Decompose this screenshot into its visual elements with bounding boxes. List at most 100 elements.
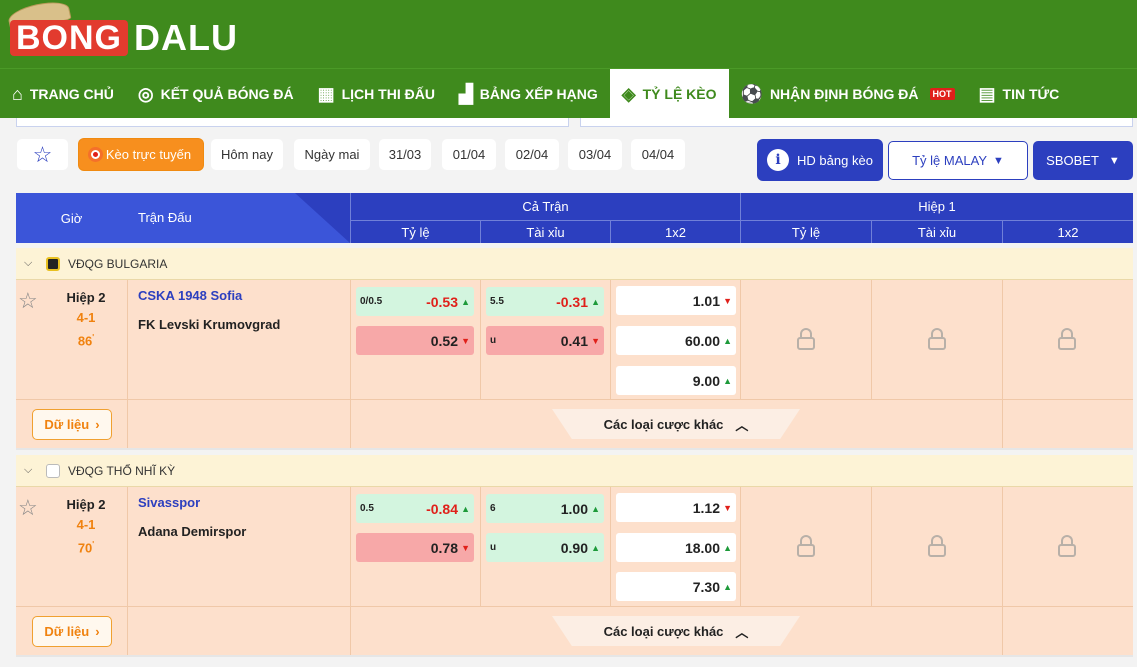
- header-1x2: 1x2: [610, 221, 740, 243]
- live-odds-button[interactable]: Kèo trực tuyến: [79, 139, 203, 170]
- nav-item-home[interactable]: ⌂ TRANG CHỦ: [0, 69, 126, 118]
- calendar-icon: ▦: [317, 83, 335, 104]
- favorites-button[interactable]: ☆: [17, 139, 68, 170]
- arrow-down-icon: ▼: [461, 335, 470, 346]
- odds-over[interactable]: 5.5 -0.31 ▲: [486, 287, 604, 316]
- header-match: Trận Đấu: [127, 193, 350, 243]
- match-score: 4-1: [76, 517, 96, 532]
- chevron-down-icon: ⌵: [24, 464, 33, 476]
- league-row[interactable]: ⌵ VĐQG BULGARIA: [16, 248, 1133, 280]
- header-h1-1x2: 1x2: [1002, 221, 1133, 243]
- away-team: FK Levski Krumovgrad: [138, 317, 281, 332]
- header-h1-handicap: Tỷ lệ: [740, 221, 871, 243]
- match-row: ☆ Hiệp 2 4-1 70' Sivasspor Adana Demirsp…: [16, 487, 1133, 607]
- home-icon: ⌂: [12, 83, 23, 104]
- arrow-up-icon: ▲: [723, 581, 732, 592]
- lock-icon: [928, 535, 946, 557]
- header-h1-over-under: Tài xỉu: [871, 221, 1002, 243]
- match-period: Hiệp 2: [66, 497, 106, 512]
- date-today[interactable]: Hôm nay: [211, 139, 283, 170]
- league-name: VĐQG THỔ NHĨ KỲ: [68, 463, 176, 478]
- odds-x[interactable]: 7.30 ▲: [616, 572, 736, 601]
- more-bets-button[interactable]: Các loại cược khác ︿: [552, 409, 800, 439]
- data-button[interactable]: Dữ liệu ›: [32, 616, 112, 647]
- lock-icon: [1058, 535, 1076, 557]
- site-header: BONG DALU: [0, 0, 1137, 68]
- bookmaker-select[interactable]: SBOBET ▼: [1033, 141, 1133, 180]
- chevron-up-icon: ︿: [735, 417, 749, 433]
- header-full-match: Cả Trận: [350, 193, 740, 221]
- arrow-up-icon: ▲: [723, 542, 732, 553]
- logo-bong: BONG: [10, 20, 128, 56]
- hot-badge: HOT: [929, 87, 955, 100]
- favorite-star-icon[interactable]: ☆: [18, 288, 38, 314]
- lock-icon: [797, 535, 815, 557]
- date-0204[interactable]: 02/04: [505, 139, 559, 170]
- date-0404[interactable]: 04/04: [631, 139, 685, 170]
- date-0104[interactable]: 01/04: [442, 139, 496, 170]
- odds-hdp-away[interactable]: 0.78 ▼: [356, 533, 474, 562]
- odds-1[interactable]: 1.12 ▼: [616, 493, 736, 522]
- header-time: Giờ: [16, 193, 127, 243]
- odds-under[interactable]: u 0.41 ▼: [486, 326, 604, 355]
- odds-1[interactable]: 1.01 ▼: [616, 286, 736, 315]
- league-name: VĐQG BULGARIA: [68, 256, 168, 271]
- odds-x[interactable]: 9.00 ▲: [616, 366, 736, 395]
- odds-2[interactable]: 18.00 ▲: [616, 533, 736, 562]
- favorite-star-icon[interactable]: ☆: [18, 495, 38, 521]
- match-footer: Dữ liệu › Các loại cược khác ︿: [16, 400, 1133, 450]
- lock-icon: [1058, 328, 1076, 350]
- match-minute: 86': [77, 333, 95, 349]
- header-handicap: Tỷ lệ: [350, 221, 480, 243]
- odds-hdp-home[interactable]: 0/0.5 -0.53 ▲: [356, 287, 474, 316]
- home-team[interactable]: CSKA 1948 Sofia: [138, 288, 242, 303]
- more-bets-button[interactable]: Các loại cược khác ︿: [552, 616, 800, 646]
- header-half1: Hiệp 1: [740, 193, 1133, 221]
- star-icon: ☆: [32, 141, 53, 167]
- soccer-ball-icon: ⚽: [740, 83, 763, 104]
- odds-under[interactable]: u 0.90 ▲: [486, 533, 604, 562]
- match-score: 4-1: [76, 310, 96, 325]
- live-dot-icon: [90, 150, 100, 159]
- nav-item-schedule[interactable]: ▦ LỊCH THI ĐẤU: [306, 69, 447, 118]
- arrow-up-icon: ▲: [591, 296, 600, 307]
- odds-hdp-away[interactable]: 0.52 ▼: [356, 326, 474, 355]
- arrow-down-icon: ▼: [591, 335, 600, 346]
- nav-item-predictions[interactable]: ⚽ NHẬN ĐỊNH BÓNG ĐÁ HOT: [729, 69, 967, 118]
- sub-panel-right: [580, 118, 1133, 127]
- odds-over[interactable]: 6 1.00 ▲: [486, 494, 604, 523]
- match-row: ☆ Hiệp 2 4-1 86' CSKA 1948 Sofia FK Levs…: [16, 280, 1133, 400]
- arrow-down-icon: ▼: [723, 295, 732, 306]
- arrow-up-icon: ▲: [723, 375, 732, 386]
- data-button[interactable]: Dữ liệu ›: [32, 409, 112, 440]
- date-tomorrow[interactable]: Ngày mai: [294, 139, 370, 170]
- league-logo-icon: [46, 256, 60, 271]
- caret-down-icon: ▼: [993, 154, 1004, 167]
- league-logo-icon: [46, 463, 60, 478]
- home-team[interactable]: Sivasspor: [138, 495, 200, 510]
- match-period: Hiệp 2: [66, 290, 106, 305]
- odds-format-select[interactable]: Tỷ lệ MALAY ▼: [888, 141, 1028, 180]
- site-logo[interactable]: BONG DALU: [6, 0, 238, 62]
- hd-guide-button[interactable]: i HD bảng kèo: [757, 139, 883, 181]
- arrow-down-icon: ▼: [461, 542, 470, 553]
- nav-item-odds[interactable]: ◈ TỶ LỆ KÈO: [609, 69, 729, 118]
- odds-table: Giờ Trận Đấu Cả Trận Hiệp 1 Tỷ lệ Tài xỉ…: [16, 193, 1133, 657]
- chevron-right-icon: ›: [95, 417, 100, 432]
- league-row[interactable]: ⌵ VĐQG THỔ NHĨ KỲ: [16, 455, 1133, 487]
- nav-item-results[interactable]: ◎ KẾT QUẢ BÓNG ĐÁ: [126, 69, 306, 118]
- date-0304[interactable]: 03/04: [568, 139, 622, 170]
- nav-item-standings[interactable]: ▟ BẢNG XẾP HẠNG: [447, 69, 610, 118]
- odds-hdp-home[interactable]: 0.5 -0.84 ▲: [356, 494, 474, 523]
- main-nav: ⌂ TRANG CHỦ ◎ KẾT QUẢ BÓNG ĐÁ ▦ LỊCH THI ĐẤ…: [0, 68, 1137, 118]
- arrow-up-icon: ▲: [461, 296, 470, 307]
- lock-icon: [797, 328, 815, 350]
- odds-2[interactable]: 60.00 ▲: [616, 326, 736, 355]
- nav-item-news[interactable]: ▤ TIN TỨC: [967, 69, 1072, 118]
- date-3103[interactable]: 31/03: [379, 139, 431, 170]
- dice-icon: ◈: [621, 83, 636, 104]
- arrow-up-icon: ▲: [461, 503, 470, 514]
- newspaper-icon: ▤: [978, 83, 996, 104]
- match-minute: 70': [77, 540, 95, 556]
- chevron-up-icon: ︿: [735, 624, 749, 640]
